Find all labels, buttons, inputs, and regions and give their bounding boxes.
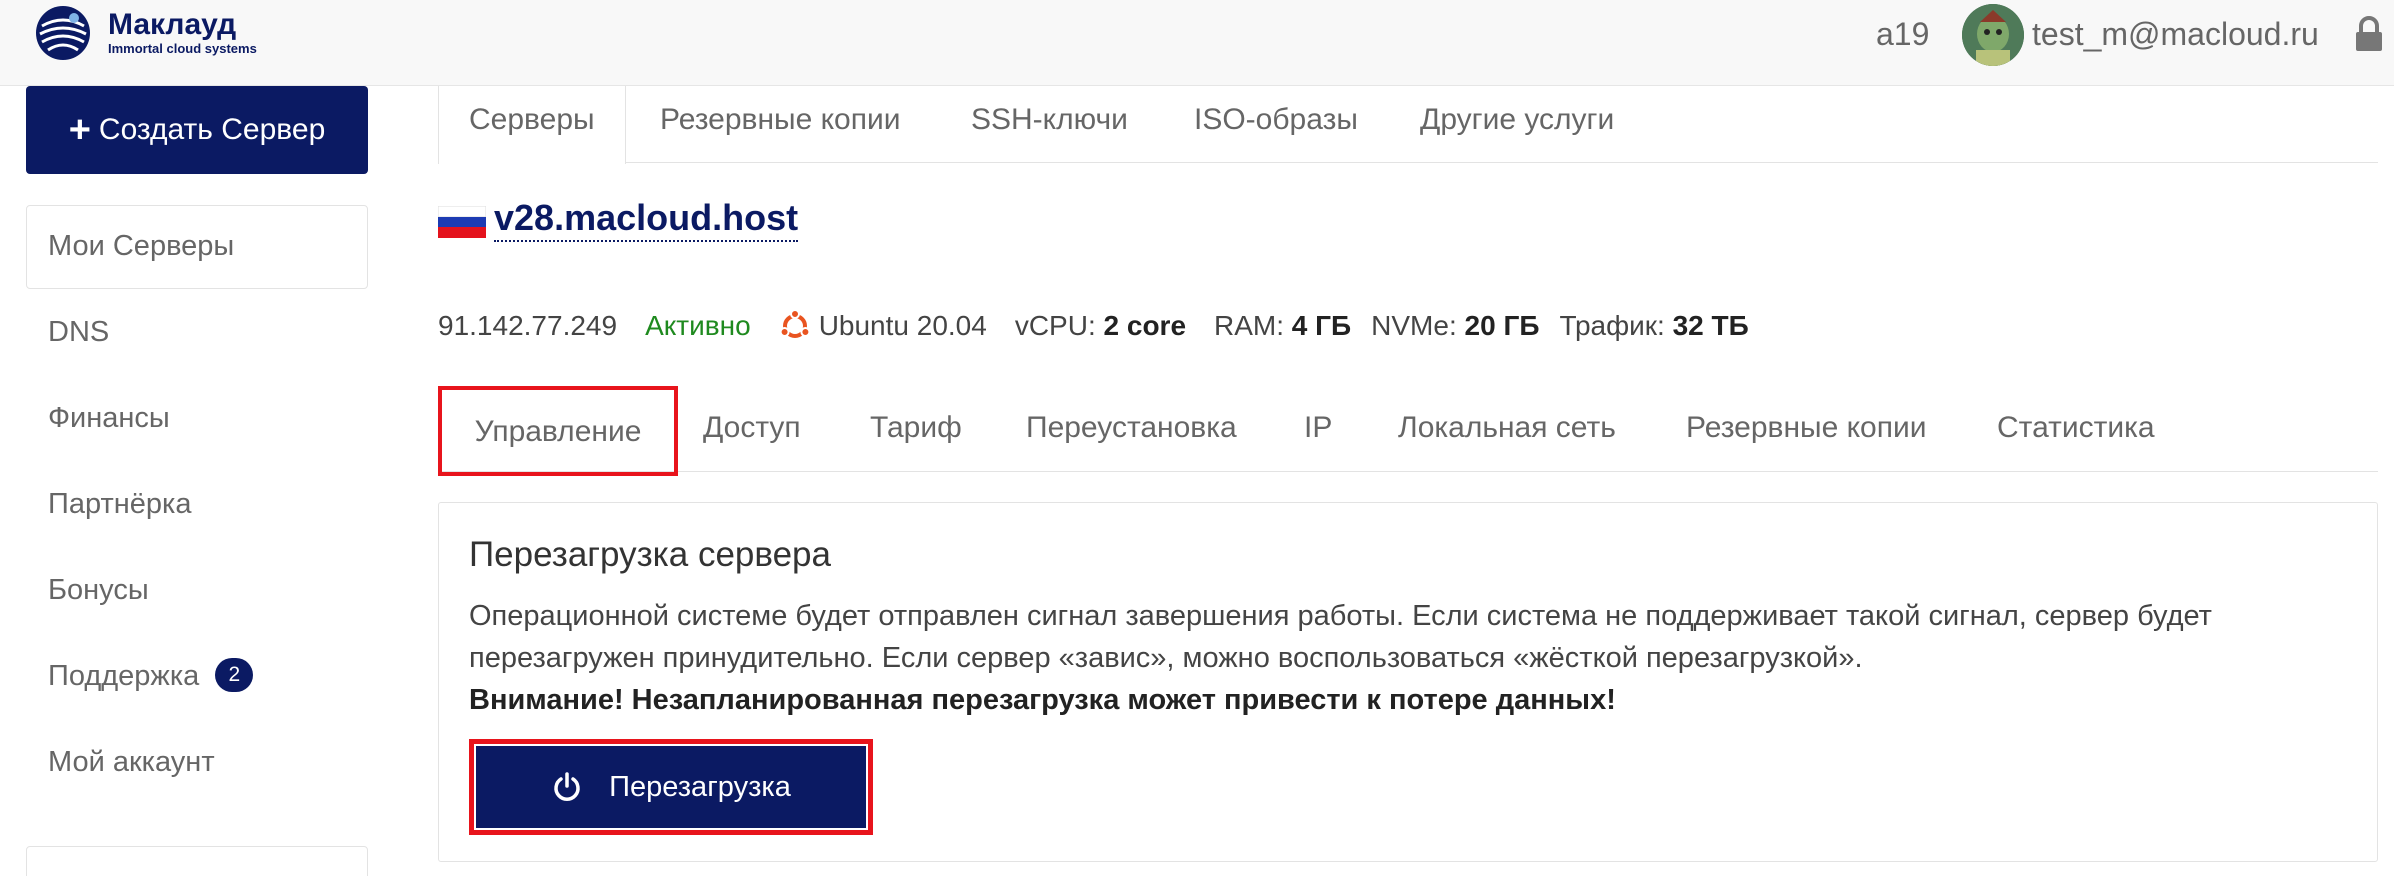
tab-statistics[interactable]: Статистика: [1997, 386, 2155, 472]
ram-value: 4 ГБ: [1291, 310, 1352, 341]
power-icon: [554, 772, 580, 801]
sidebar-item-partner[interactable]: Партнёрка: [48, 484, 191, 524]
server-info-row: 91.142.77.249 Активно Ubuntu 20.04 vCPU:…: [438, 306, 1777, 346]
traffic-label: Трафик:: [1559, 310, 1665, 341]
top-header: Маклауд Immortal cloud systems a19 test_…: [0, 0, 2394, 86]
reboot-button-label: Перезагрузка: [609, 770, 791, 803]
server-os: Ubuntu 20.04: [818, 310, 987, 341]
logo-tagline: Immortal cloud systems: [108, 41, 257, 56]
plus-icon: +: [68, 109, 91, 151]
reboot-panel: Перезагрузка сервера Операционной систем…: [438, 502, 2378, 862]
nvme-label: NVMe:: [1371, 310, 1457, 341]
nvme-value: 20 ГБ: [1464, 310, 1540, 341]
sidebar-item-account[interactable]: Мой аккаунт: [48, 742, 215, 782]
sidebar-item-my-servers[interactable]: Мои Серверы: [48, 226, 234, 266]
server-status: Активно: [645, 310, 751, 341]
support-badge: 2: [215, 658, 254, 693]
tab-servers[interactable]: Серверы: [438, 86, 626, 164]
sidebar-item-support-label: Поддержка: [48, 660, 200, 692]
tab-tariff[interactable]: Тариф: [870, 386, 962, 472]
russia-flag-icon: [438, 206, 486, 238]
ubuntu-icon: [779, 310, 811, 338]
reboot-button[interactable]: Перезагрузка: [469, 739, 873, 835]
ram-label: RAM:: [1214, 310, 1285, 341]
tab-ip[interactable]: IP: [1304, 386, 1332, 472]
tab-access[interactable]: Доступ: [703, 386, 801, 472]
tab-management[interactable]: Управление: [438, 386, 678, 476]
create-server-button[interactable]: + Создать Сервер: [26, 86, 368, 174]
logo[interactable]: Маклауд Immortal cloud systems: [34, 4, 257, 62]
tab-ssh-keys[interactable]: SSH-ключи: [971, 86, 1128, 164]
server-tabs: Управление Доступ Тариф Переустановка IP…: [438, 386, 2378, 476]
tab-server-backups[interactable]: Резервные копии: [1686, 386, 1927, 472]
top-tabs: Серверы Резервные копии SSH-ключи ISO-об…: [438, 86, 2378, 164]
server-ip: 91.142.77.249: [438, 310, 618, 341]
panel-warning: Внимание! Незапланированная перезагрузка…: [469, 684, 1616, 716]
avatar[interactable]: [1962, 4, 2024, 66]
server-nvme: NVMe: 20 ГБ: [1371, 310, 1539, 342]
server-vcpu: vCPU: 2 core: [1015, 310, 1186, 342]
lock-icon[interactable]: [2354, 16, 2384, 52]
server-traffic: Трафик: 32 ТБ: [1559, 310, 1748, 342]
avatar-image: [1962, 4, 2024, 66]
tab-reinstall[interactable]: Переустановка: [1026, 386, 1237, 472]
traffic-value: 32 ТБ: [1672, 310, 1749, 341]
panel-title: Перезагрузка сервера: [469, 535, 831, 574]
reboot-button-inner: Перезагрузка: [476, 746, 866, 828]
server-name[interactable]: v28.macloud.host: [494, 196, 799, 242]
create-server-label: Создать Сервер: [98, 113, 326, 146]
vcpu-value: 2 core: [1103, 310, 1187, 341]
logo-icon: [36, 6, 90, 60]
tab-backups[interactable]: Резервные копии: [660, 86, 901, 164]
server-ram: RAM: 4 ГБ: [1214, 310, 1351, 342]
vcpu-label: vCPU:: [1014, 310, 1096, 341]
account-id: a19: [1876, 16, 1930, 52]
sidebar-item-support[interactable]: Поддержка 2: [48, 656, 254, 696]
panel-description: Операционной системе будет отправлен сиг…: [469, 600, 2212, 674]
sidebar-bottom-box: [26, 846, 368, 876]
sidebar-item-finance[interactable]: Финансы: [48, 398, 170, 438]
tab-other-services[interactable]: Другие услуги: [1420, 86, 1614, 164]
tab-iso[interactable]: ISO-образы: [1194, 86, 1358, 164]
tab-local-network[interactable]: Локальная сеть: [1398, 386, 1616, 472]
user-email[interactable]: test_m@macloud.ru: [2032, 14, 2319, 54]
logo-name: Маклауд: [108, 8, 237, 41]
sidebar-item-dns[interactable]: DNS: [48, 312, 109, 352]
sidebar-item-bonus[interactable]: Бонусы: [48, 570, 149, 610]
